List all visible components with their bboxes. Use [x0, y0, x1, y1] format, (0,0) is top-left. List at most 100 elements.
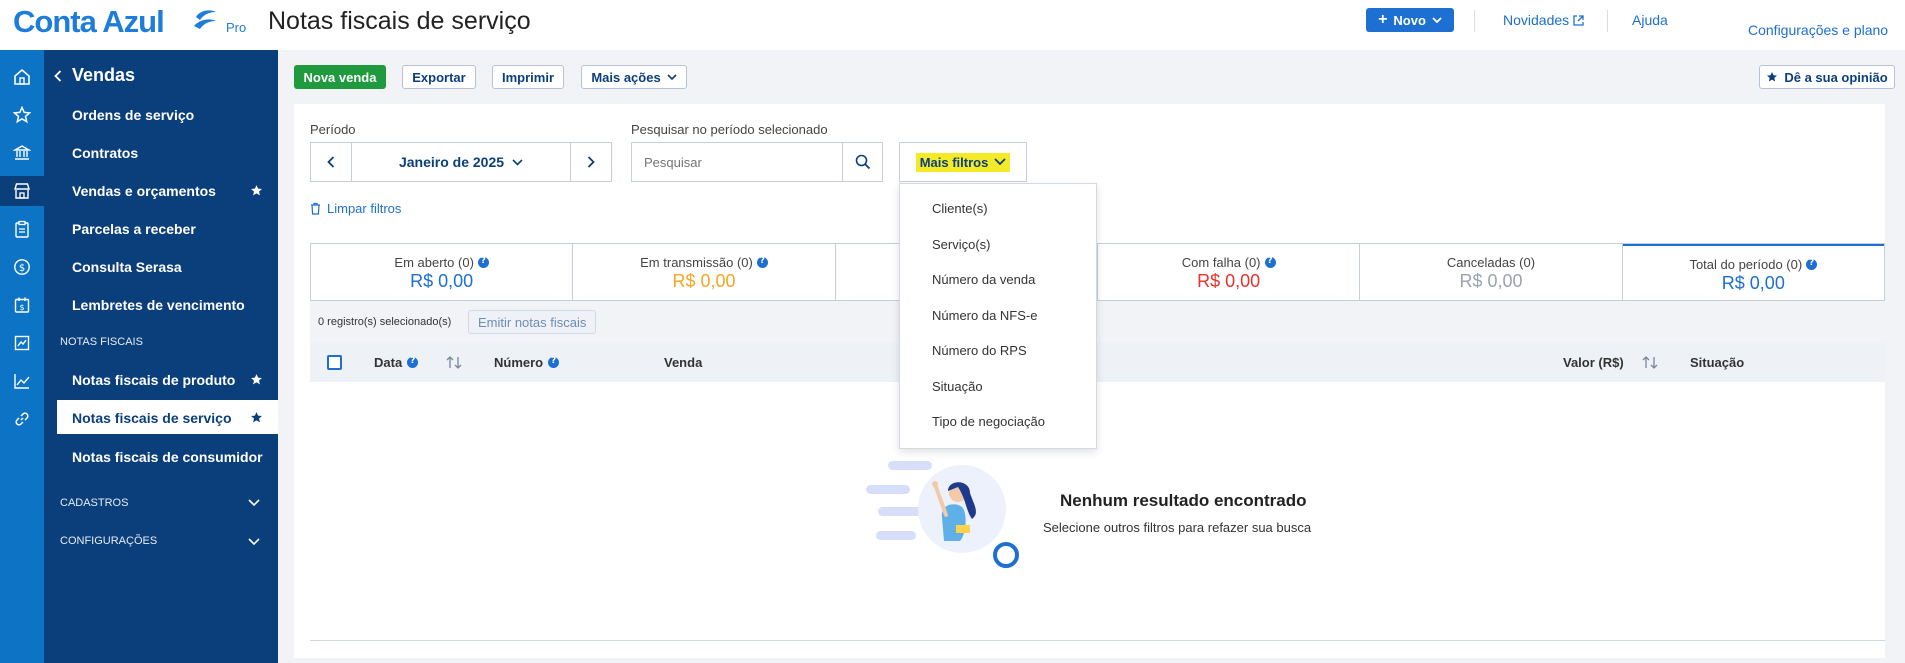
divider	[1474, 10, 1475, 32]
emit-invoices-button[interactable]: Emitir notas fiscais	[468, 310, 597, 334]
rail-analytics[interactable]	[0, 366, 44, 396]
rail-bank[interactable]	[0, 138, 44, 168]
sidebar: Vendas Ordens de serviço Contratos Venda…	[44, 50, 278, 663]
filter-option-rps-number[interactable]: Número do RPS	[932, 343, 1027, 358]
filter-option-status[interactable]: Situação	[932, 379, 983, 394]
sidebar-item-product-invoices[interactable]: Notas fiscais de produto	[72, 372, 235, 388]
period-dropdown[interactable]: Janeiro de 2025	[351, 143, 571, 181]
calendar-dollar-icon: $	[14, 297, 30, 313]
sort-icon[interactable]	[446, 355, 462, 370]
rail-favorites[interactable]	[0, 100, 44, 130]
sidebar-section-config[interactable]: CONFIGURAÇÕES	[60, 535, 157, 547]
icon-rail: $ $	[0, 50, 44, 663]
stat-open[interactable]: Em aberto (0) R$ 0,00	[311, 244, 574, 300]
page-title: Notas fiscais de serviço	[268, 7, 531, 35]
rail-reports[interactable]	[0, 328, 44, 358]
filter-option-service[interactable]: Serviço(s)	[932, 237, 991, 252]
chevron-down-icon	[512, 158, 523, 166]
rail-sales[interactable]	[0, 176, 44, 206]
stat-value: R$ 0,00	[672, 271, 736, 291]
export-button[interactable]: Exportar	[402, 65, 476, 89]
sidebar-section-cadastros[interactable]: CADASTROS	[60, 497, 128, 509]
rail-finance[interactable]: $	[0, 252, 44, 282]
period-next-button[interactable]	[571, 143, 611, 181]
select-all-checkbox[interactable]	[327, 355, 342, 370]
stat-failed[interactable]: Com falha (0) R$ 0,00	[1098, 244, 1361, 300]
col-value[interactable]: Valor (R$)	[1563, 355, 1624, 370]
more-actions-button[interactable]: Mais ações	[581, 65, 687, 89]
stat-label: Em transmissão (0)	[640, 255, 753, 270]
col-number[interactable]: Número	[494, 355, 560, 370]
clear-filters-link[interactable]: Limpar filtros	[310, 201, 401, 216]
selection-bar: 0 registro(s) selecionado(s) Emitir nota…	[310, 301, 1885, 342]
more-filters-button[interactable]: Mais filtros	[899, 142, 1027, 182]
chevron-down-icon[interactable]	[248, 538, 260, 546]
new-button[interactable]: + Novo	[1366, 8, 1454, 32]
filter-option-sale-number[interactable]: Número da venda	[932, 272, 1035, 287]
sidebar-item-contracts[interactable]: Contratos	[72, 145, 138, 161]
feedback-label: Dê a sua opinião	[1784, 69, 1888, 85]
chevron-down-icon[interactable]	[248, 499, 260, 507]
new-sale-button[interactable]: Nova venda	[294, 65, 386, 89]
rail-integrations[interactable]	[0, 404, 44, 434]
feedback-button[interactable]: Dê a sua opinião	[1759, 65, 1895, 89]
stat-value: R$ 0,00	[410, 271, 474, 291]
divider	[310, 640, 1885, 641]
star-icon[interactable]	[250, 373, 263, 386]
settings-link[interactable]: Configurações e plano	[1748, 22, 1888, 38]
sidebar-back[interactable]: Vendas	[54, 65, 135, 86]
search-button[interactable]	[842, 143, 882, 181]
sidebar-item-consumer-invoices[interactable]: Notas fiscais de consumidor	[72, 449, 263, 465]
sidebar-item-service-orders[interactable]: Ordens de serviço	[72, 107, 194, 123]
search-input[interactable]	[632, 143, 842, 181]
line-chart-icon	[14, 374, 30, 389]
sidebar-item-service-invoices[interactable]: Notas fiscais de serviço	[57, 400, 278, 434]
stat-label: Com falha (0)	[1181, 255, 1261, 270]
star-icon[interactable]	[250, 184, 263, 197]
more-actions-label: Mais ações	[591, 69, 661, 85]
help-icon[interactable]	[407, 356, 419, 368]
stat-cancelled[interactable]: Canceladas (0) R$ 0,00	[1360, 244, 1623, 300]
stat-value: R$ 0,00	[1197, 271, 1261, 291]
rail-purchases[interactable]	[0, 214, 44, 244]
sidebar-item-label: Notas fiscais de serviço	[72, 410, 232, 426]
period-prev-button[interactable]	[311, 143, 351, 181]
search-icon	[855, 154, 870, 170]
stat-label: Canceladas (0)	[1446, 255, 1536, 270]
sidebar-item-sales-quotes[interactable]: Vendas e orçamentos	[72, 183, 216, 199]
sidebar-item-serasa[interactable]: Consulta Serasa	[72, 259, 182, 275]
filter-option-client[interactable]: Cliente(s)	[932, 201, 988, 216]
brand-mark-icon	[194, 10, 216, 29]
star-icon[interactable]	[250, 411, 263, 424]
help-link[interactable]: Ajuda	[1632, 12, 1668, 28]
sort-icon[interactable]	[1642, 355, 1658, 370]
help-icon[interactable]	[1264, 256, 1276, 268]
help-icon[interactable]	[756, 256, 768, 268]
sidebar-item-receivables[interactable]: Parcelas a receber	[72, 221, 196, 237]
news-link[interactable]: Novidades	[1503, 12, 1584, 28]
col-sale[interactable]: Venda	[664, 355, 702, 370]
stat-total[interactable]: Total do período (0) R$ 0,00	[1622, 244, 1884, 300]
clear-filters-label: Limpar filtros	[327, 201, 402, 216]
svg-text:$: $	[19, 263, 25, 274]
col-status[interactable]: Situação	[1690, 355, 1744, 370]
stats-bar: Em aberto (0) R$ 0,00 Em transmissão (0)…	[310, 243, 1885, 301]
brand-logo[interactable]: Conta Azul	[13, 4, 165, 40]
print-button[interactable]: Imprimir	[492, 65, 564, 89]
col-date[interactable]: Data	[374, 355, 419, 370]
filter-option-negotiation-type[interactable]: Tipo de negociação	[932, 414, 1045, 429]
bank-icon	[13, 145, 31, 160]
brand-tier: Pro	[226, 20, 247, 35]
star-icon	[13, 106, 31, 124]
empty-title: Nenhum resultado encontrado	[1060, 491, 1307, 510]
help-icon[interactable]	[477, 256, 489, 268]
help-icon[interactable]	[548, 356, 560, 368]
rail-home[interactable]	[0, 62, 44, 92]
rail-calendar[interactable]: $	[0, 290, 44, 320]
stat-transmitting[interactable]: Em transmissão (0) R$ 0,00	[573, 244, 836, 300]
more-filters-label: Mais filtros	[919, 154, 989, 170]
sidebar-item-reminders[interactable]: Lembretes de vencimento	[72, 297, 245, 313]
filter-option-nfse-number[interactable]: Número da NFS-e	[932, 308, 1037, 323]
help-icon[interactable]	[1806, 258, 1818, 270]
plus-icon: +	[1378, 11, 1388, 28]
